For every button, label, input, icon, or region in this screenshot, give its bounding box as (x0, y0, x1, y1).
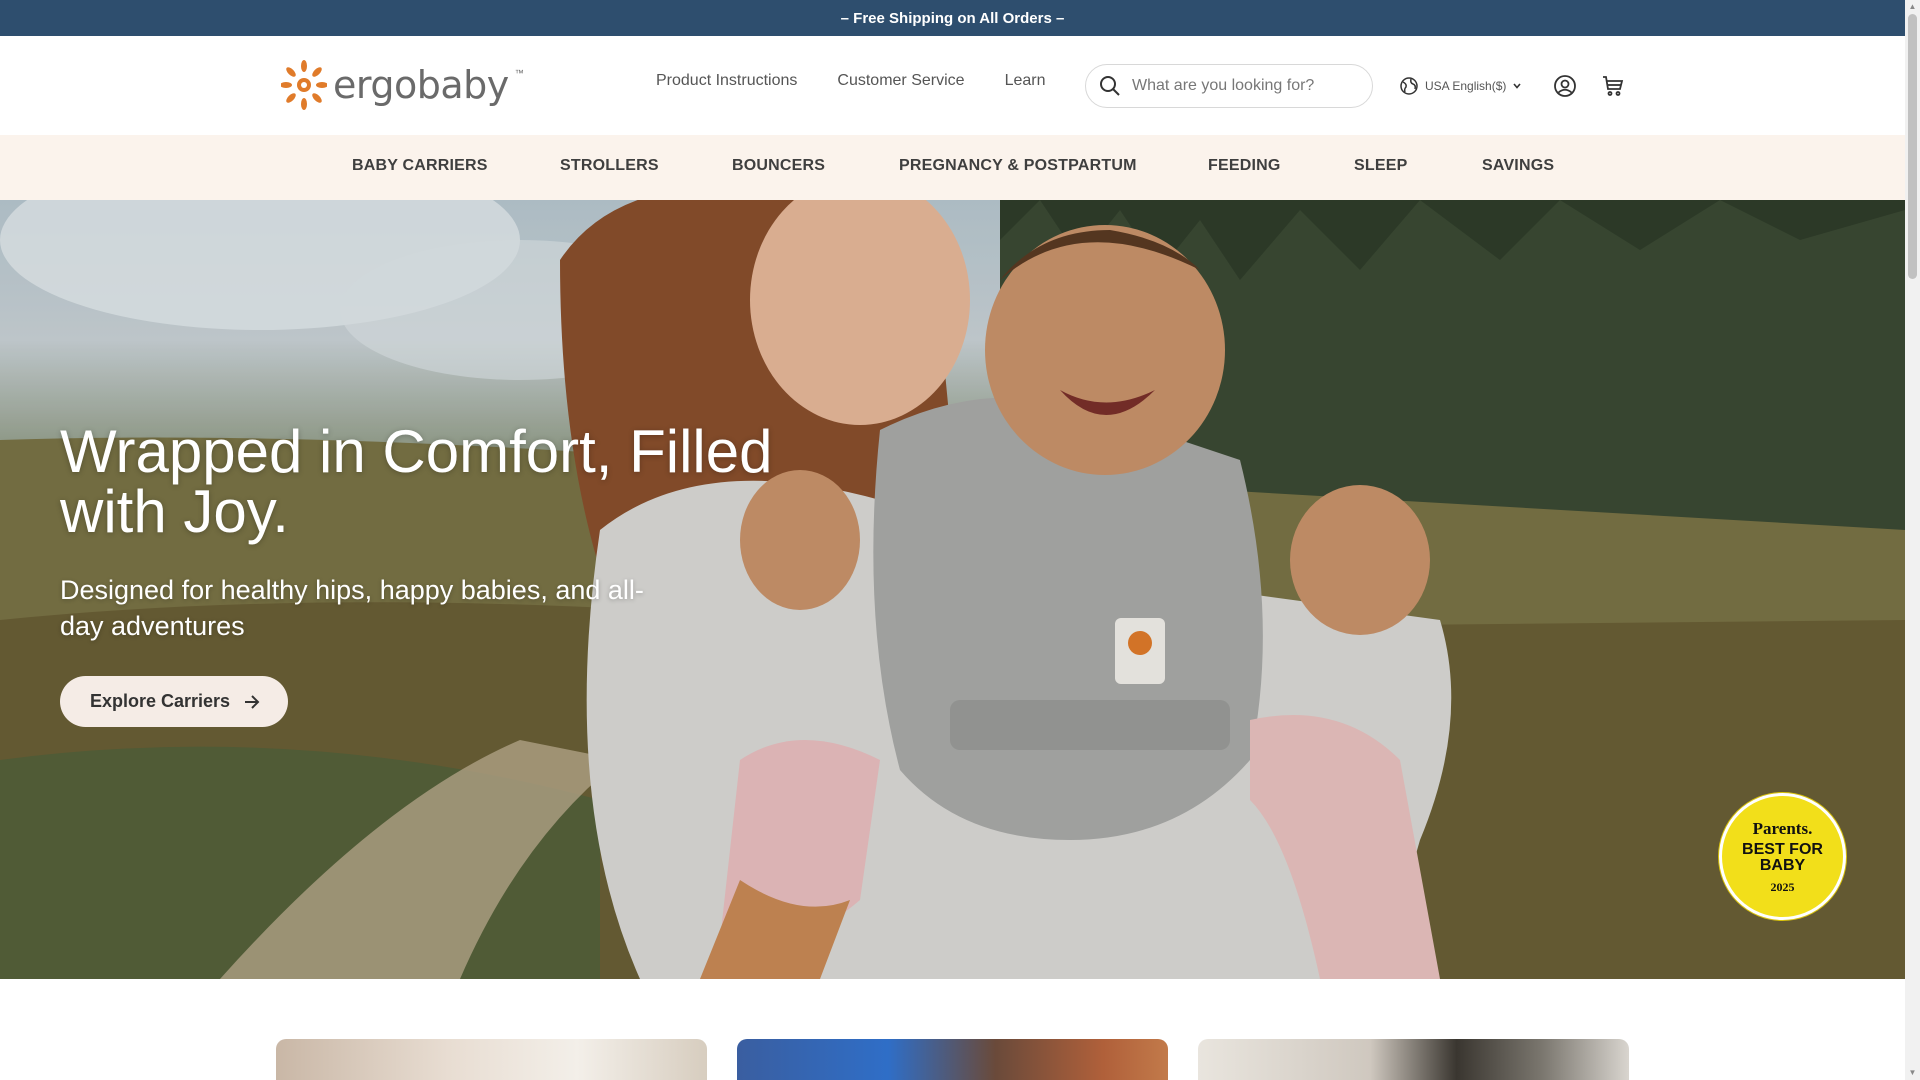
nav-item-sleep[interactable]: SLEEP (1354, 157, 1407, 175)
site-header: ergobaby ™ Product Instructions Customer… (0, 36, 1905, 135)
award-year: 2025 (1770, 879, 1795, 894)
page-scrollbar[interactable]: ▲ ▼ (1905, 0, 1920, 1080)
nav-item-baby-carriers[interactable]: BABY CARRIERS (352, 157, 488, 175)
category-card[interactable] (276, 1039, 707, 1080)
hero-banner: Wrapped in Comfort, Filled with Joy. Des… (0, 200, 1905, 979)
category-card[interactable] (737, 1039, 1168, 1080)
cart-icon (1603, 76, 1624, 96)
locale-selector[interactable]: USA English($) (1399, 76, 1522, 96)
chevron-down-icon (1513, 83, 1521, 89)
account-icon (1554, 75, 1576, 97)
explore-carriers-button[interactable]: Explore Carriers (60, 676, 289, 727)
utility-link-product-instructions[interactable]: Product Instructions (656, 72, 797, 90)
announcement-bar: – Free Shipping on All Orders – (0, 0, 1905, 36)
nav-item-bouncers[interactable]: BOUNCERS (732, 157, 825, 175)
hero-title: Wrapped in Comfort, Filled with Joy. (60, 418, 773, 545)
globe-icon (1400, 77, 1418, 95)
sunburst-logo-icon (281, 60, 327, 110)
search-icon[interactable] (1098, 74, 1122, 98)
search-input[interactable] (1132, 77, 1352, 95)
award-title: BEST FOR BABY (1742, 840, 1823, 874)
award-brand: Parents. (1752, 818, 1813, 838)
arrow-right-icon (245, 694, 260, 709)
scroll-up-arrow-icon[interactable]: ▲ (1908, 2, 1917, 11)
cart-button[interactable] (1601, 74, 1625, 103)
category-card[interactable] (1198, 1039, 1629, 1080)
account-button[interactable] (1553, 74, 1577, 103)
announcement-text: – Free Shipping on All Orders – (840, 9, 1065, 27)
nav-item-feeding[interactable]: FEEDING (1208, 157, 1281, 175)
utility-link-learn[interactable]: Learn (1005, 72, 1046, 90)
trademark-mark: ™ (514, 68, 524, 78)
brand-logo[interactable]: ergobaby ™ (281, 58, 524, 112)
nav-item-savings[interactable]: SAVINGS (1482, 157, 1554, 175)
hero-subtitle: Designed for healthy hips, happy babies,… (60, 575, 644, 641)
scrollbar-thumb[interactable] (1908, 14, 1917, 279)
utility-link-customer-service[interactable]: Customer Service (837, 72, 964, 90)
brand-name: ergobaby (333, 63, 509, 107)
search-box[interactable] (1085, 64, 1373, 108)
main-nav: BABY CARRIERS STROLLERS BOUNCERS PREGNAN… (0, 135, 1905, 200)
award-badge: Parents. BEST FOR BABY 2025 (1719, 793, 1846, 920)
utility-nav: Product Instructions Customer Service Le… (656, 72, 1045, 90)
locale-label: USA English($) (1425, 79, 1507, 93)
scroll-down-arrow-icon[interactable]: ▼ (1908, 1068, 1917, 1077)
category-cards (276, 1039, 1629, 1080)
nav-item-pregnancy-postpartum[interactable]: PREGNANCY & POSTPARTUM (899, 157, 1137, 175)
explore-carriers-label: Explore Carriers (90, 691, 231, 711)
nav-item-strollers[interactable]: STROLLERS (560, 157, 659, 175)
